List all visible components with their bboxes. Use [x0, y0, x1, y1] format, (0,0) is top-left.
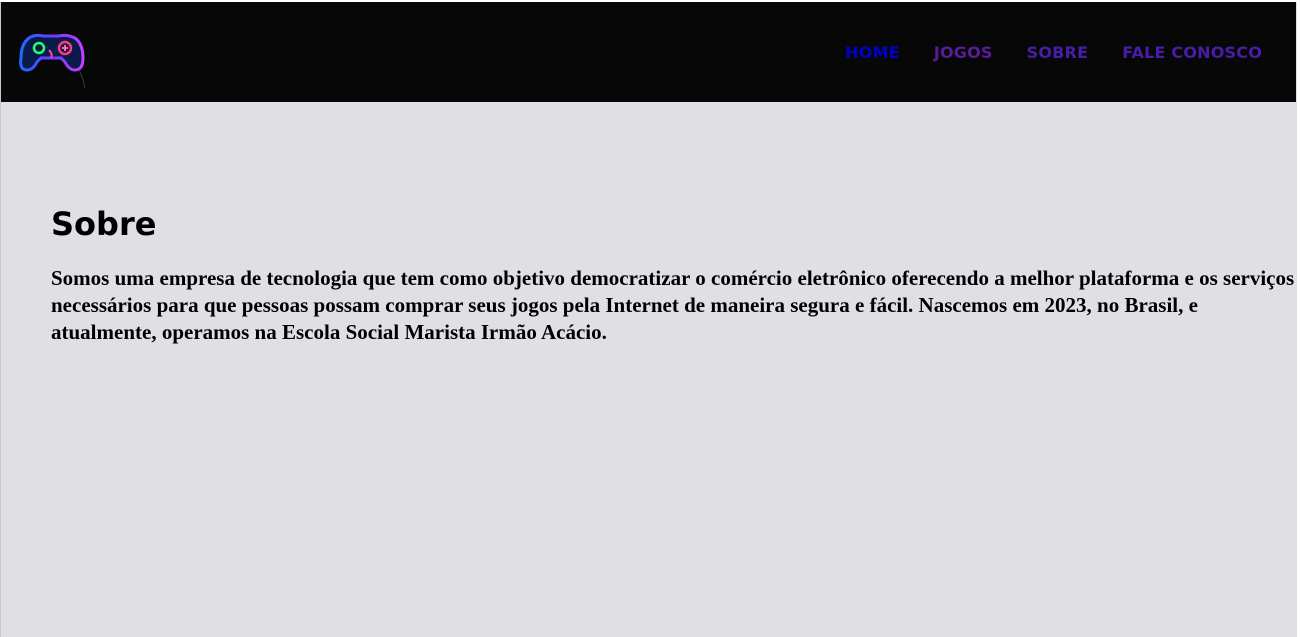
nav-home-link[interactable]: HOME — [845, 43, 900, 62]
nav-fale-conosco-link[interactable]: FALE CONOSCO — [1122, 43, 1262, 62]
main-nav: HOME JOGOS SOBRE FALE CONOSCO — [845, 2, 1262, 102]
nav-sobre-link[interactable]: SOBRE — [1027, 43, 1089, 62]
about-text: Somos uma empresa de tecnologia que tem … — [51, 266, 1295, 344]
site-header: HOME JOGOS SOBRE FALE CONOSCO — [1, 2, 1296, 102]
nav-jogos-link[interactable]: JOGOS — [934, 43, 993, 62]
right-gutter — [1297, 0, 1301, 637]
gamepad-neon-icon[interactable] — [19, 30, 89, 90]
main-content: Sobre Somos uma empresa de tecnologia qu… — [51, 200, 1296, 346]
page-title: Sobre — [51, 205, 157, 243]
